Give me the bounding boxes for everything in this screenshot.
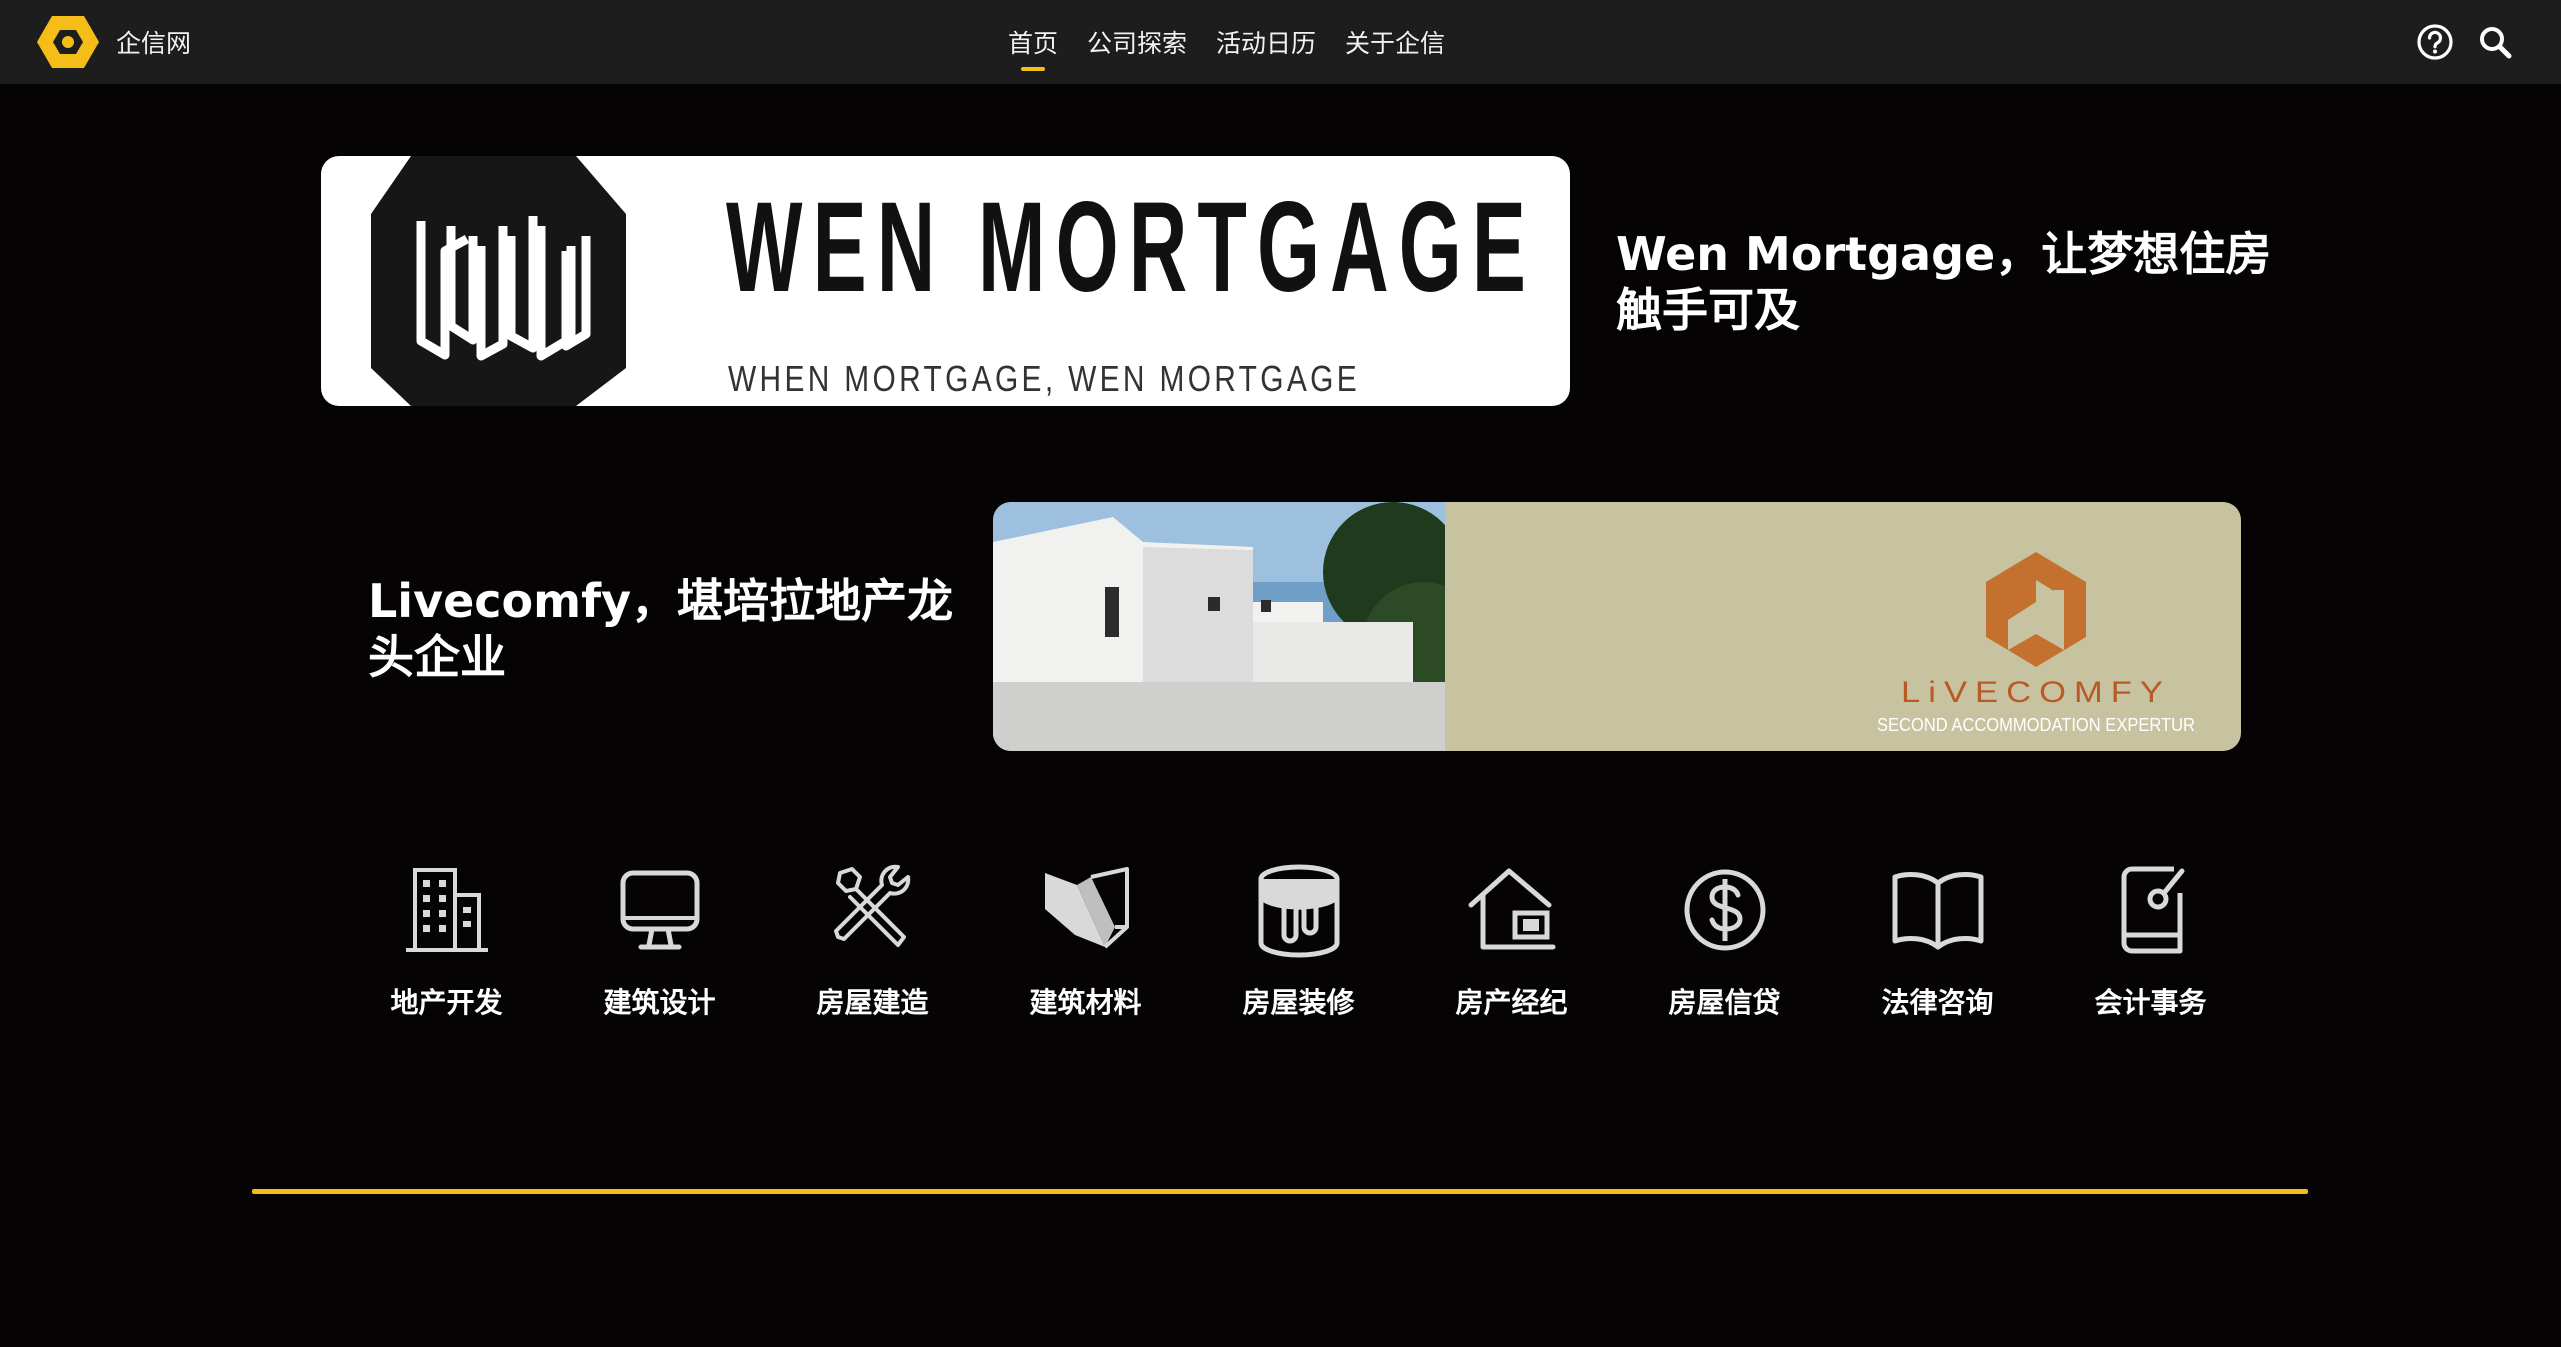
brand-logo-link[interactable]: 企信网 <box>36 14 191 70</box>
paint-bucket-icon <box>1258 864 1339 958</box>
livecomfy-banner-image: LiVECOMFY SECOND ACCOMMODATION EXPERTUR <box>993 502 2241 751</box>
nav-event-calendar[interactable]: 活动日历 <box>1216 24 1316 60</box>
book-icon <box>1892 872 1983 950</box>
livecomfy-banner[interactable]: LiVECOMFY SECOND ACCOMMODATION EXPERTUR <box>993 502 2241 751</box>
building-icon <box>405 868 488 952</box>
livecomfy-logo-tagline: SECOND ACCOMMODATION EXPERTUR <box>1877 715 2195 735</box>
category-mortgage[interactable]: 房屋信贷 <box>1618 855 1831 1021</box>
wen-mortgage-title[interactable]: Wen Mortgage，让梦想住房触手可及 <box>1616 226 2276 338</box>
brand-name: 企信网 <box>116 29 192 58</box>
materials-icon <box>1044 867 1129 949</box>
section-divider <box>252 1189 2308 1194</box>
wen-mortgage-logo-tagline: WHEN MORTGAGE, WEN MORTGAGE <box>728 358 1360 399</box>
category-label: 地产开发 <box>390 986 503 1019</box>
wen-mortgage-logo-text: WEN MORTGAGE <box>726 176 1536 319</box>
top-navbar: 企信网 首页 公司探索 活动日历 关于企信 <box>0 0 2561 84</box>
wen-mortgage-logo: WEN MORTGAGE WHEN MORTGAGE, WEN MORTGAGE <box>321 156 1570 406</box>
category-building-materials[interactable]: 建筑材料 <box>979 855 1192 1021</box>
livecomfy-title[interactable]: Livecomfy，堪培拉地产龙头企业 <box>368 573 968 685</box>
category-list: 地产开发 建筑设计 房屋建造 建筑材料 房屋装修 房产经纪 房屋信贷 法律咨询 … <box>340 855 2257 1021</box>
category-real-estate-dev[interactable]: 地产开发 <box>340 855 553 1021</box>
main-nav: 首页 公司探索 活动日历 关于企信 <box>1008 0 1474 84</box>
wen-mortgage-banner[interactable]: WEN MORTGAGE WHEN MORTGAGE, WEN MORTGAGE <box>321 156 1570 406</box>
category-architecture[interactable]: 建筑设计 <box>553 855 766 1021</box>
help-icon[interactable] <box>2415 22 2455 62</box>
dollar-icon <box>1684 869 1765 951</box>
tools-icon <box>833 864 910 947</box>
category-construction[interactable]: 房屋建造 <box>766 855 979 1021</box>
category-real-estate-agent[interactable]: 房产经纪 <box>1405 855 1618 1021</box>
category-label: 房产经纪 <box>1455 986 1568 1019</box>
category-label: 房屋装修 <box>1242 986 1355 1019</box>
category-legal[interactable]: 法律咨询 <box>1831 855 2044 1021</box>
category-renovation[interactable]: 房屋装修 <box>1192 855 1405 1021</box>
brand-hexagon-icon <box>37 16 99 68</box>
header-actions <box>2415 22 2515 62</box>
category-label: 房屋信贷 <box>1668 986 1781 1019</box>
ledger-icon <box>2121 866 2184 954</box>
category-label: 会计事务 <box>2094 986 2207 1019</box>
category-accounting[interactable]: 会计事务 <box>2044 855 2257 1021</box>
nav-home[interactable]: 首页 <box>1008 24 1058 71</box>
category-label: 建筑材料 <box>1029 986 1142 1019</box>
category-label: 房屋建造 <box>816 986 929 1019</box>
nav-company-explore[interactable]: 公司探索 <box>1087 24 1187 60</box>
monitor-icon <box>620 870 699 950</box>
search-icon[interactable] <box>2475 22 2515 62</box>
category-label: 建筑设计 <box>603 986 716 1019</box>
nav-about[interactable]: 关于企信 <box>1345 24 1445 60</box>
category-label: 法律咨询 <box>1881 986 1994 1019</box>
house-agent-icon <box>1468 868 1555 950</box>
livecomfy-logo-text: LiVECOMFY <box>1901 676 2171 709</box>
